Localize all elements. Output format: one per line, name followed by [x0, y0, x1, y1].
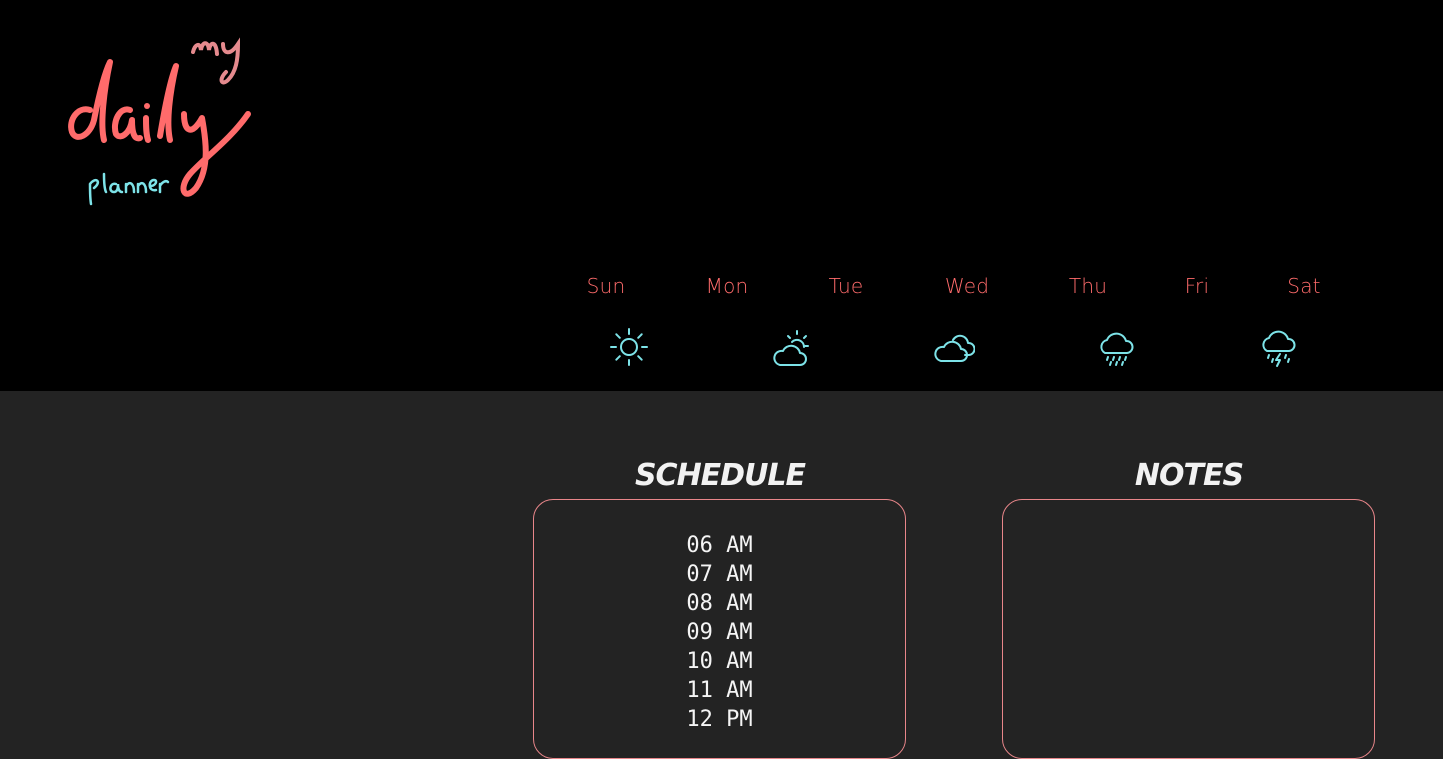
day-label-wed: Wed [944, 274, 990, 298]
schedule-panel: 06 AM 07 AM 08 AM 09 AM 10 AM 11 AM 12 PM [533, 499, 906, 759]
notes-title: NOTES [1134, 458, 1244, 493]
schedule-hour: 10 AM [686, 649, 753, 674]
rain-icon [1095, 326, 1137, 368]
schedule-hour: 07 AM [686, 562, 753, 587]
schedule-hour: 09 AM [686, 620, 753, 645]
schedule-hours-list: 06 AM 07 AM 08 AM 09 AM 10 AM 11 AM 12 PM [534, 531, 905, 734]
day-label-mon: Mon [705, 274, 749, 298]
schedule-title: SCHEDULE [634, 458, 806, 493]
day-label-tue: Tue [828, 274, 864, 298]
logo-graphic [68, 37, 251, 206]
logo: my [60, 28, 260, 208]
weather-row [0, 326, 1443, 370]
day-label-sun: Sun [586, 274, 626, 298]
day-label-fri: Fri [1184, 274, 1210, 298]
weekday-row: Sun Mon Tue Wed Thu Fri Sat [0, 274, 1443, 300]
partly-cloudy-icon [770, 326, 812, 368]
notes-panel[interactable] [1002, 499, 1375, 759]
header: my [0, 0, 1443, 391]
schedule-hour: 08 AM [686, 591, 753, 616]
cloud-icon [933, 326, 975, 368]
schedule-hour: 11 AM [686, 678, 753, 703]
day-label-thu: Thu [1068, 274, 1108, 298]
schedule-hour: 06 AM [686, 533, 753, 558]
day-label-sat: Sat [1287, 274, 1321, 298]
sun-icon [608, 326, 650, 368]
thunderstorm-icon [1257, 326, 1299, 368]
